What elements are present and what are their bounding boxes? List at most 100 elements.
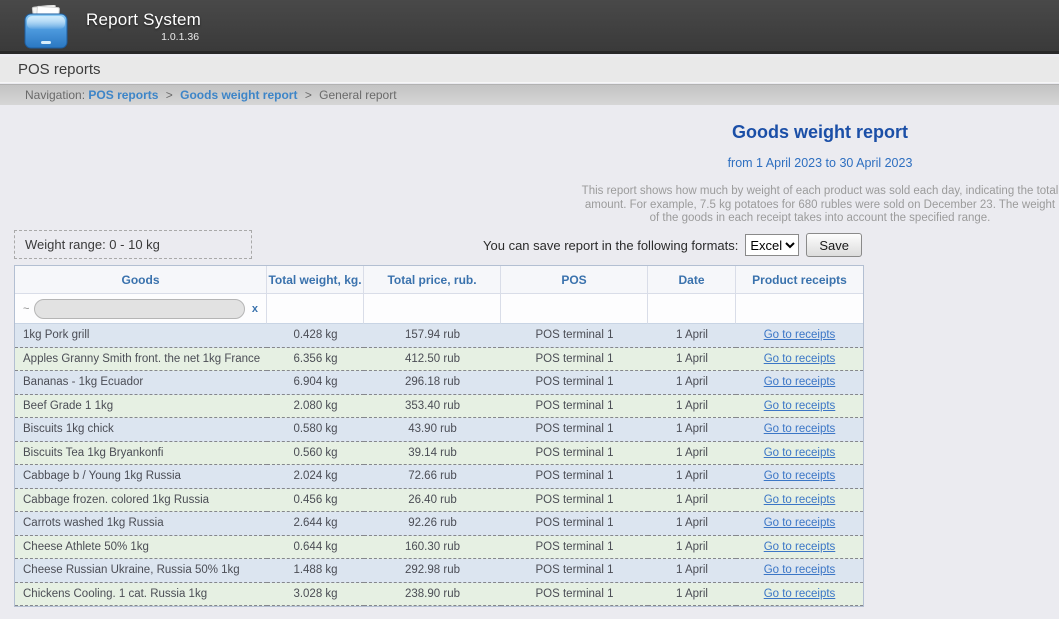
goods-cell: Beef Grade 1 1kg xyxy=(15,395,267,419)
total-weight-cell: 0.456 kg xyxy=(267,489,364,513)
go-to-receipts-link[interactable]: Go to receipts xyxy=(764,470,836,482)
go-to-receipts-link[interactable]: Go to receipts xyxy=(764,541,836,553)
pos-cell: POS terminal 1 xyxy=(501,536,648,560)
format-select[interactable]: Excel xyxy=(745,234,799,256)
goods-cell: Chickens Cooling. 1 cat. Russia 1kg xyxy=(15,583,267,607)
filter-clear-x[interactable]: x xyxy=(252,303,258,315)
total-weight-cell: 0.644 kg xyxy=(267,536,364,560)
total-price-cell: 72.66 rub xyxy=(364,465,501,489)
goods-weight-table: Goods Total weight, kg. Total price, rub… xyxy=(14,265,864,607)
go-to-receipts-link[interactable]: Go to receipts xyxy=(764,376,836,388)
go-to-receipts-link[interactable]: Go to receipts xyxy=(764,423,836,435)
save-controls: You can save report in the following for… xyxy=(483,233,862,257)
goods-filter-input[interactable] xyxy=(34,299,244,319)
pos-cell: POS terminal 1 xyxy=(501,348,648,372)
breadcrumb-link-pos-reports[interactable]: POS reports xyxy=(88,88,158,102)
pos-cell: POS terminal 1 xyxy=(501,559,648,583)
total-price-cell: 412.50 rub xyxy=(364,348,501,372)
total-price-cell: 238.90 rub xyxy=(364,583,501,607)
date-cell: 1 April xyxy=(648,371,736,395)
weight-range-box: Weight range: 0 - 10 kg xyxy=(14,230,252,259)
filter-tilde-prefix: ~ xyxy=(23,303,29,315)
table-row: Apples Granny Smith front. the net 1kg F… xyxy=(15,348,863,372)
app-version: 1.0.1.36 xyxy=(86,31,201,43)
column-header-product-receipts: Product receipts xyxy=(736,266,863,294)
breadcrumb: Navigation: POS reports > Goods weight r… xyxy=(25,85,1059,105)
column-header-total-weight: Total weight, kg. xyxy=(267,266,364,294)
filter-row: ~ x xyxy=(15,294,863,324)
total-weight-cell: 0.560 kg xyxy=(267,442,364,466)
pos-cell: POS terminal 1 xyxy=(501,324,648,348)
date-cell: 1 April xyxy=(648,395,736,419)
total-price-cell: 92.26 rub xyxy=(364,512,501,536)
breadcrumb-separator: > xyxy=(305,88,312,102)
pos-cell: POS terminal 1 xyxy=(501,371,648,395)
go-to-receipts-link[interactable]: Go to receipts xyxy=(764,329,836,341)
table-row: 1kg Pork grill 0.428 kg 157.94 rub POS t… xyxy=(15,324,863,348)
goods-cell: 1kg Pork grill xyxy=(15,324,267,348)
goods-cell: Carrots washed 1kg Russia xyxy=(15,512,267,536)
pos-cell: POS terminal 1 xyxy=(501,465,648,489)
table-body: 1kg Pork grill 0.428 kg 157.94 rub POS t… xyxy=(15,324,863,606)
go-to-receipts-link[interactable]: Go to receipts xyxy=(764,400,836,412)
total-price-cell: 39.14 rub xyxy=(364,442,501,466)
save-format-label: You can save report in the following for… xyxy=(483,238,738,253)
app-title: Report System xyxy=(86,10,201,30)
app-header: Report System 1.0.1.36 xyxy=(0,0,1059,54)
goods-cell: Biscuits 1kg chick xyxy=(15,418,267,442)
pos-cell: POS terminal 1 xyxy=(501,418,648,442)
report-heading: Goods weight report from 1 April 2023 to… xyxy=(581,122,1059,226)
date-cell: 1 April xyxy=(648,512,736,536)
breadcrumb-bar: Navigation: POS reports > Goods weight r… xyxy=(0,84,1059,105)
total-weight-cell: 6.904 kg xyxy=(267,371,364,395)
total-price-cell: 43.90 rub xyxy=(364,418,501,442)
goods-cell: Bananas - 1kg Ecuador xyxy=(15,371,267,395)
total-price-cell: 353.40 rub xyxy=(364,395,501,419)
column-header-goods: Goods xyxy=(15,266,267,294)
table-header: Goods Total weight, kg. Total price, rub… xyxy=(15,266,863,324)
pos-cell: POS terminal 1 xyxy=(501,489,648,513)
total-price-cell: 296.18 rub xyxy=(364,371,501,395)
total-weight-cell: 0.580 kg xyxy=(267,418,364,442)
column-header-pos: POS xyxy=(501,266,648,294)
save-button[interactable]: Save xyxy=(806,233,862,257)
date-cell: 1 April xyxy=(648,442,736,466)
pos-cell: POS terminal 1 xyxy=(501,395,648,419)
total-price-cell: 157.94 rub xyxy=(364,324,501,348)
total-weight-cell: 0.428 kg xyxy=(267,324,364,348)
breadcrumb-link-goods-weight-report[interactable]: Goods weight report xyxy=(180,88,297,102)
table-row: Beef Grade 1 1kg 2.080 kg 353.40 rub POS… xyxy=(15,395,863,419)
go-to-receipts-link[interactable]: Go to receipts xyxy=(764,564,836,576)
date-cell: 1 April xyxy=(648,324,736,348)
go-to-receipts-link[interactable]: Go to receipts xyxy=(764,588,836,600)
go-to-receipts-link[interactable]: Go to receipts xyxy=(764,517,836,529)
go-to-receipts-link[interactable]: Go to receipts xyxy=(764,494,836,506)
total-price-cell: 292.98 rub xyxy=(364,559,501,583)
total-price-cell: 160.30 rub xyxy=(364,536,501,560)
goods-cell: Cheese Russian Ukraine, Russia 50% 1kg xyxy=(15,559,267,583)
pos-cell: POS terminal 1 xyxy=(501,442,648,466)
total-price-cell: 26.40 rub xyxy=(364,489,501,513)
total-weight-cell: 3.028 kg xyxy=(267,583,364,607)
total-weight-cell: 2.644 kg xyxy=(267,512,364,536)
column-header-date: Date xyxy=(648,266,736,294)
goods-cell: Biscuits Tea 1kg Bryankonfi xyxy=(15,442,267,466)
report-period: from 1 April 2023 to 30 April 2023 xyxy=(581,156,1059,170)
goods-cell: Cheese Athlete 50% 1kg xyxy=(15,536,267,560)
date-cell: 1 April xyxy=(648,583,736,607)
total-weight-cell: 2.024 kg xyxy=(267,465,364,489)
table-row: Cabbage frozen. colored 1kg Russia 0.456… xyxy=(15,489,863,513)
date-cell: 1 April xyxy=(648,465,736,489)
breadcrumb-separator: > xyxy=(166,88,173,102)
report-system-window: Report System 1.0.1.36 POS reports Navig… xyxy=(0,0,1059,619)
total-weight-cell: 2.080 kg xyxy=(267,395,364,419)
go-to-receipts-link[interactable]: Go to receipts xyxy=(764,353,836,365)
go-to-receipts-link[interactable]: Go to receipts xyxy=(764,447,836,459)
breadcrumb-current-general-report: General report xyxy=(319,88,396,102)
table-row: Bananas - 1kg Ecuador 6.904 kg 296.18 ru… xyxy=(15,371,863,395)
date-cell: 1 April xyxy=(648,348,736,372)
table-row: Cheese Athlete 50% 1kg 0.644 kg 160.30 r… xyxy=(15,536,863,560)
date-cell: 1 April xyxy=(648,489,736,513)
section-header-bar: POS reports xyxy=(0,57,1059,83)
table-row: Cheese Russian Ukraine, Russia 50% 1kg 1… xyxy=(15,559,863,583)
